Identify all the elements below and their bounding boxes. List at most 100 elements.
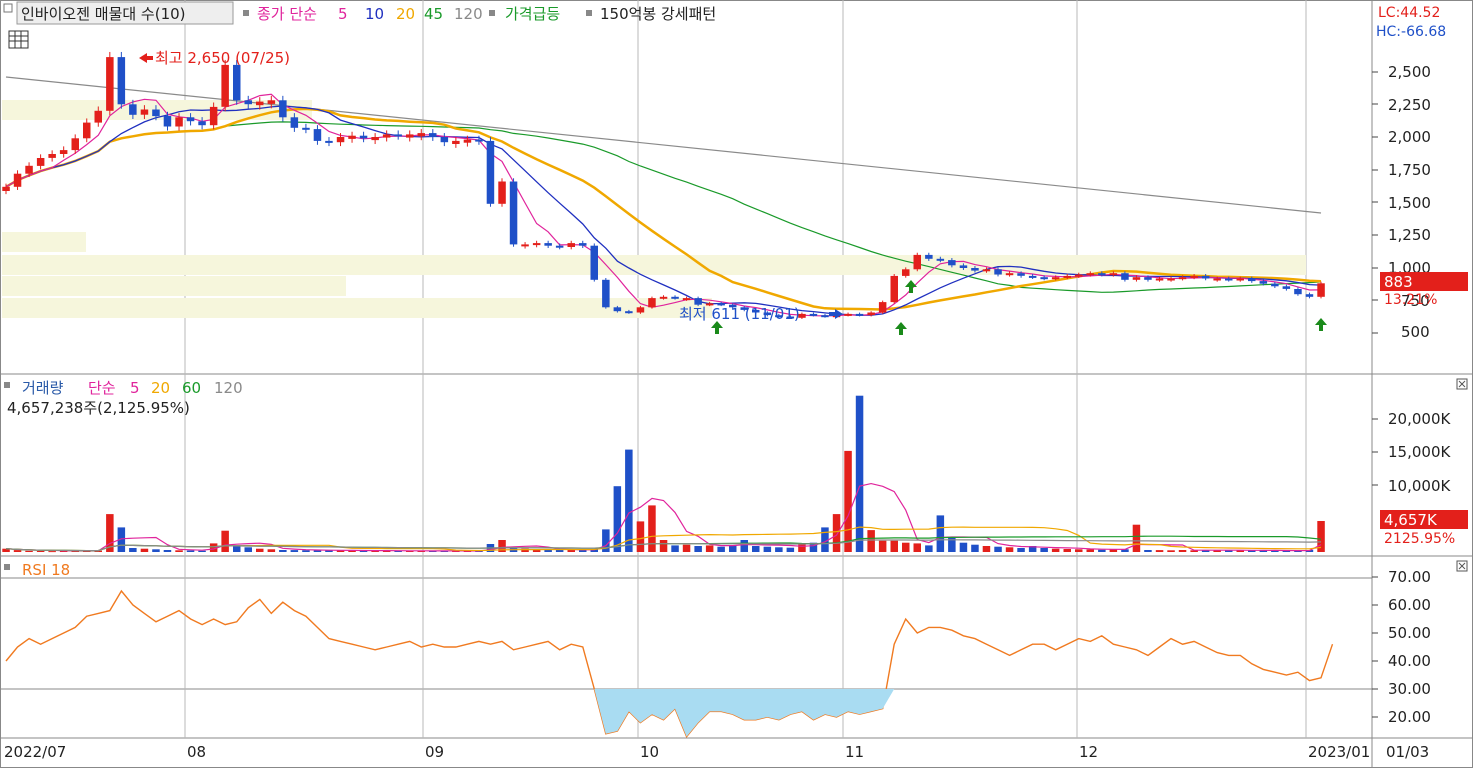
candle-body — [1051, 277, 1060, 280]
candle-body — [83, 122, 91, 139]
ma-title: 종가 단순 — [257, 5, 317, 23]
panel-max-button[interactable] — [1456, 378, 1468, 390]
grid-table-icon[interactable] — [8, 30, 29, 49]
volume-bar — [1155, 550, 1164, 552]
volume-bar — [13, 550, 22, 552]
candle-body — [371, 137, 379, 141]
pattern-label: 150억봉 강세패턴 — [600, 5, 716, 23]
legend-bullet-icon — [4, 382, 10, 388]
candle-body — [509, 181, 518, 245]
low-marker: 최저 611 (11/01) — [679, 305, 800, 323]
rsi-tick: 70.00 — [1388, 568, 1431, 586]
candle-body — [982, 269, 991, 272]
candle-body — [1294, 289, 1302, 295]
candle-body — [152, 109, 160, 117]
legend-bullet-icon — [4, 564, 10, 570]
candle-body — [382, 134, 391, 138]
volume-bar — [798, 544, 806, 552]
volume-bar — [1144, 550, 1152, 552]
panel-max-button[interactable] — [1456, 560, 1468, 572]
volume-bar — [1132, 524, 1141, 552]
candle-body — [867, 312, 875, 316]
candle-body — [936, 258, 945, 261]
candle-body — [659, 296, 668, 299]
candle-body — [648, 298, 656, 308]
price-tick: 1,750 — [1388, 161, 1431, 179]
rsi-tick: 40.00 — [1388, 652, 1431, 670]
volume-current: 4,657,238주(2,125.95%) — [7, 399, 190, 417]
price-tick: 500 — [1401, 323, 1430, 341]
candle-body — [636, 307, 645, 313]
candle-body — [94, 110, 102, 123]
volume-bar — [671, 545, 679, 552]
candle-body — [1225, 278, 1233, 281]
volume-bar — [198, 550, 206, 552]
surge-label: 가격급등 — [505, 5, 560, 23]
volume-bar — [1063, 549, 1071, 552]
candle-body — [1121, 273, 1129, 280]
volume-bar — [175, 550, 183, 552]
candle-body — [1305, 294, 1314, 297]
candle-body — [1236, 278, 1244, 281]
volume-bar — [1086, 549, 1094, 552]
candle-body — [198, 121, 206, 126]
candle-body — [233, 64, 241, 101]
volume-bar — [729, 545, 737, 552]
candle-body — [302, 127, 310, 130]
volume-bar — [140, 548, 149, 552]
candle-body — [417, 133, 425, 137]
candle-body — [682, 298, 691, 301]
volume-bar — [994, 546, 1002, 552]
volume-bar — [1040, 548, 1048, 552]
candle-body — [1132, 277, 1141, 280]
candle-body — [1017, 273, 1025, 276]
volume-bar — [936, 515, 945, 552]
volume-tick: 20,000K — [1388, 410, 1451, 428]
candle-body — [429, 133, 437, 137]
candle-body — [844, 313, 852, 316]
candle-body — [855, 313, 864, 316]
candle-body — [452, 140, 460, 144]
rsi-tick: 60.00 — [1388, 596, 1431, 614]
candle-body — [902, 269, 910, 276]
price-tick: 1,250 — [1388, 226, 1431, 244]
volume-ma-5: 5 — [130, 379, 140, 397]
volume-bar — [717, 546, 725, 552]
volume-bar — [555, 550, 564, 552]
candle-body — [1144, 277, 1152, 280]
volume-bar — [786, 547, 795, 552]
volume-tick: 15,000K — [1388, 443, 1451, 461]
volume-bar — [152, 549, 160, 552]
legend-bullet-icon — [586, 10, 592, 16]
volume-bar — [682, 544, 691, 552]
candle-body — [406, 134, 414, 138]
candle-body — [279, 100, 287, 118]
volume-tick: 10,000K — [1388, 477, 1451, 495]
volume-bar — [763, 546, 772, 552]
volume-ma-120: 120 — [214, 379, 243, 397]
candle-body — [440, 137, 449, 143]
volume-bar — [1075, 549, 1083, 552]
volume-ma-title: 단순 — [88, 379, 116, 397]
candle-body — [671, 296, 679, 299]
x-tick: 10 — [640, 743, 659, 761]
ma-period-120: 120 — [454, 5, 483, 23]
candle-body — [613, 307, 622, 312]
volume-bar — [48, 551, 56, 553]
candle-body — [71, 138, 79, 151]
x-tick: 08 — [187, 743, 206, 761]
candle-body — [1098, 273, 1106, 276]
volume-bar — [221, 530, 229, 552]
candle-body — [1005, 273, 1014, 276]
volume-bar — [613, 486, 622, 552]
candle-body — [290, 117, 299, 128]
volume-bar — [567, 550, 575, 552]
stock-label[interactable]: 인바이오젠 매물대 수(10) — [21, 5, 186, 23]
candle-body — [1155, 278, 1164, 281]
x-tick: 12 — [1079, 743, 1098, 761]
chart-canvas: 인바이오젠 매물대 수(10) 종가 단순 5 10 20 45 120 가격급… — [0, 0, 1473, 768]
x-tick: 09 — [425, 743, 444, 761]
legend-box-icon — [3, 3, 13, 13]
candle-body — [809, 313, 818, 316]
candle-body — [48, 154, 56, 158]
